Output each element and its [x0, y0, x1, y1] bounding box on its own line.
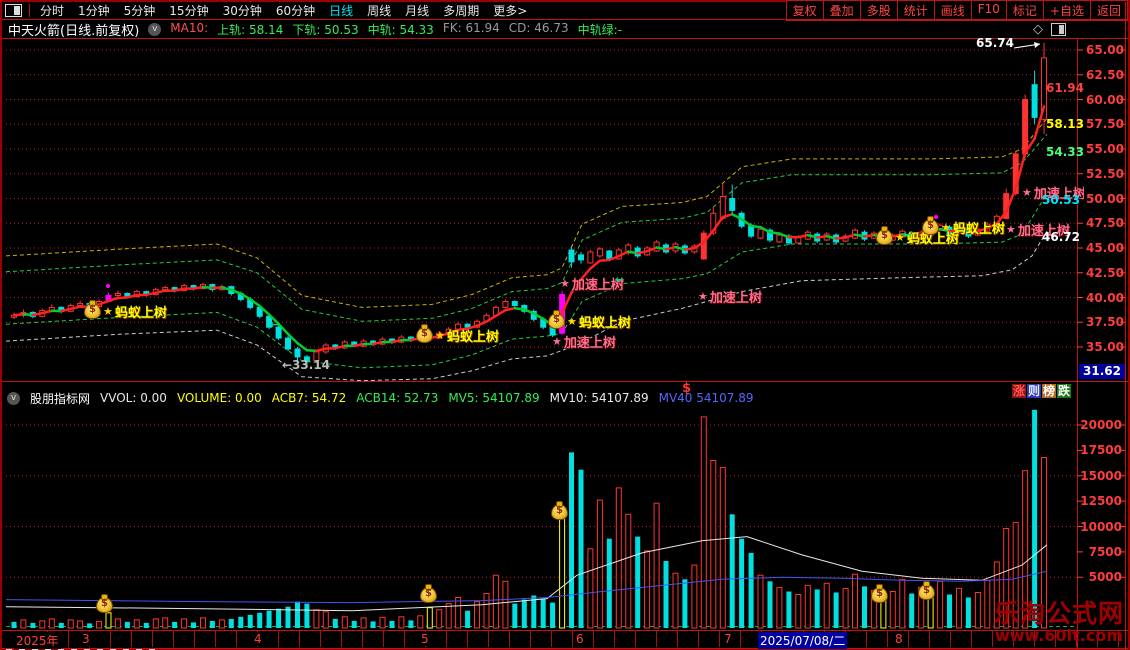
volume-indicator-segment: MV5: 54107.89: [448, 391, 540, 405]
band-lines: [5, 117, 1048, 382]
dollar-marker: $: [682, 381, 692, 396]
date-label-3: 3: [80, 632, 92, 646]
rank-board-chips[interactable]: 涨则榜跌: [1012, 384, 1071, 398]
date-label-6: 6: [574, 632, 586, 646]
trading-app-window: 分时 1分钟 5分钟 15分钟 30分钟 60分钟 日线 周线 月线 多周期 更多> 复权 叠加 多股统…: [0, 0, 1130, 650]
rank-chip-3[interactable]: 跌: [1057, 384, 1071, 398]
volume-indicator-values: VVOL: 0.00 VOLUME: 0.00 ACB7: 54.72 ACB14: …: [100, 391, 753, 405]
date-axis: 2025年 3 4 5 6 7 2025/07/08/二 8: [6, 631, 1126, 649]
chart-canvas[interactable]: [2, 2, 1130, 650]
volume-indicator-segment: ACB14: 52.73: [356, 391, 439, 405]
rank-chip-2[interactable]: 榜: [1042, 384, 1056, 398]
rank-chip-1[interactable]: 则: [1027, 384, 1041, 398]
date-label-2025/07/08/二: 2025/07/08/二: [758, 632, 848, 649]
date-label-5: 5: [419, 632, 431, 646]
volume-indicator-segment: VVOL: 0.00: [100, 391, 167, 405]
volume-indicator-segment: ACB7: 54.72: [271, 391, 347, 405]
volume-indicator-segment: VOLUME: 0.00: [176, 391, 262, 405]
axis-ticks: [1013, 42, 1125, 578]
date-label-2025年: 2025年: [14, 632, 61, 649]
volume-indicator-segment: MV10: 54107.89: [549, 391, 649, 405]
date-label-8: 8: [893, 632, 905, 646]
indicator-source-label: 股朋指标网: [30, 391, 91, 406]
collapse-chevron-icon[interactable]: v: [7, 391, 20, 405]
volume-indicator-bar: v 股朋指标网 VVOL: 0.00 VOLUME: 0.00 ACB7: 54.7…: [7, 390, 754, 406]
volume-bars: [11, 409, 1047, 629]
date-label-4: 4: [252, 632, 264, 646]
volume-indicator-segment: MV40 54107.89: [658, 391, 754, 405]
rank-chip-0[interactable]: 涨: [1012, 384, 1026, 398]
gridlines: [6, 49, 1076, 627]
candles: [11, 42, 1047, 366]
ma-line: [12, 105, 1046, 353]
date-label-7: 7: [722, 632, 734, 646]
